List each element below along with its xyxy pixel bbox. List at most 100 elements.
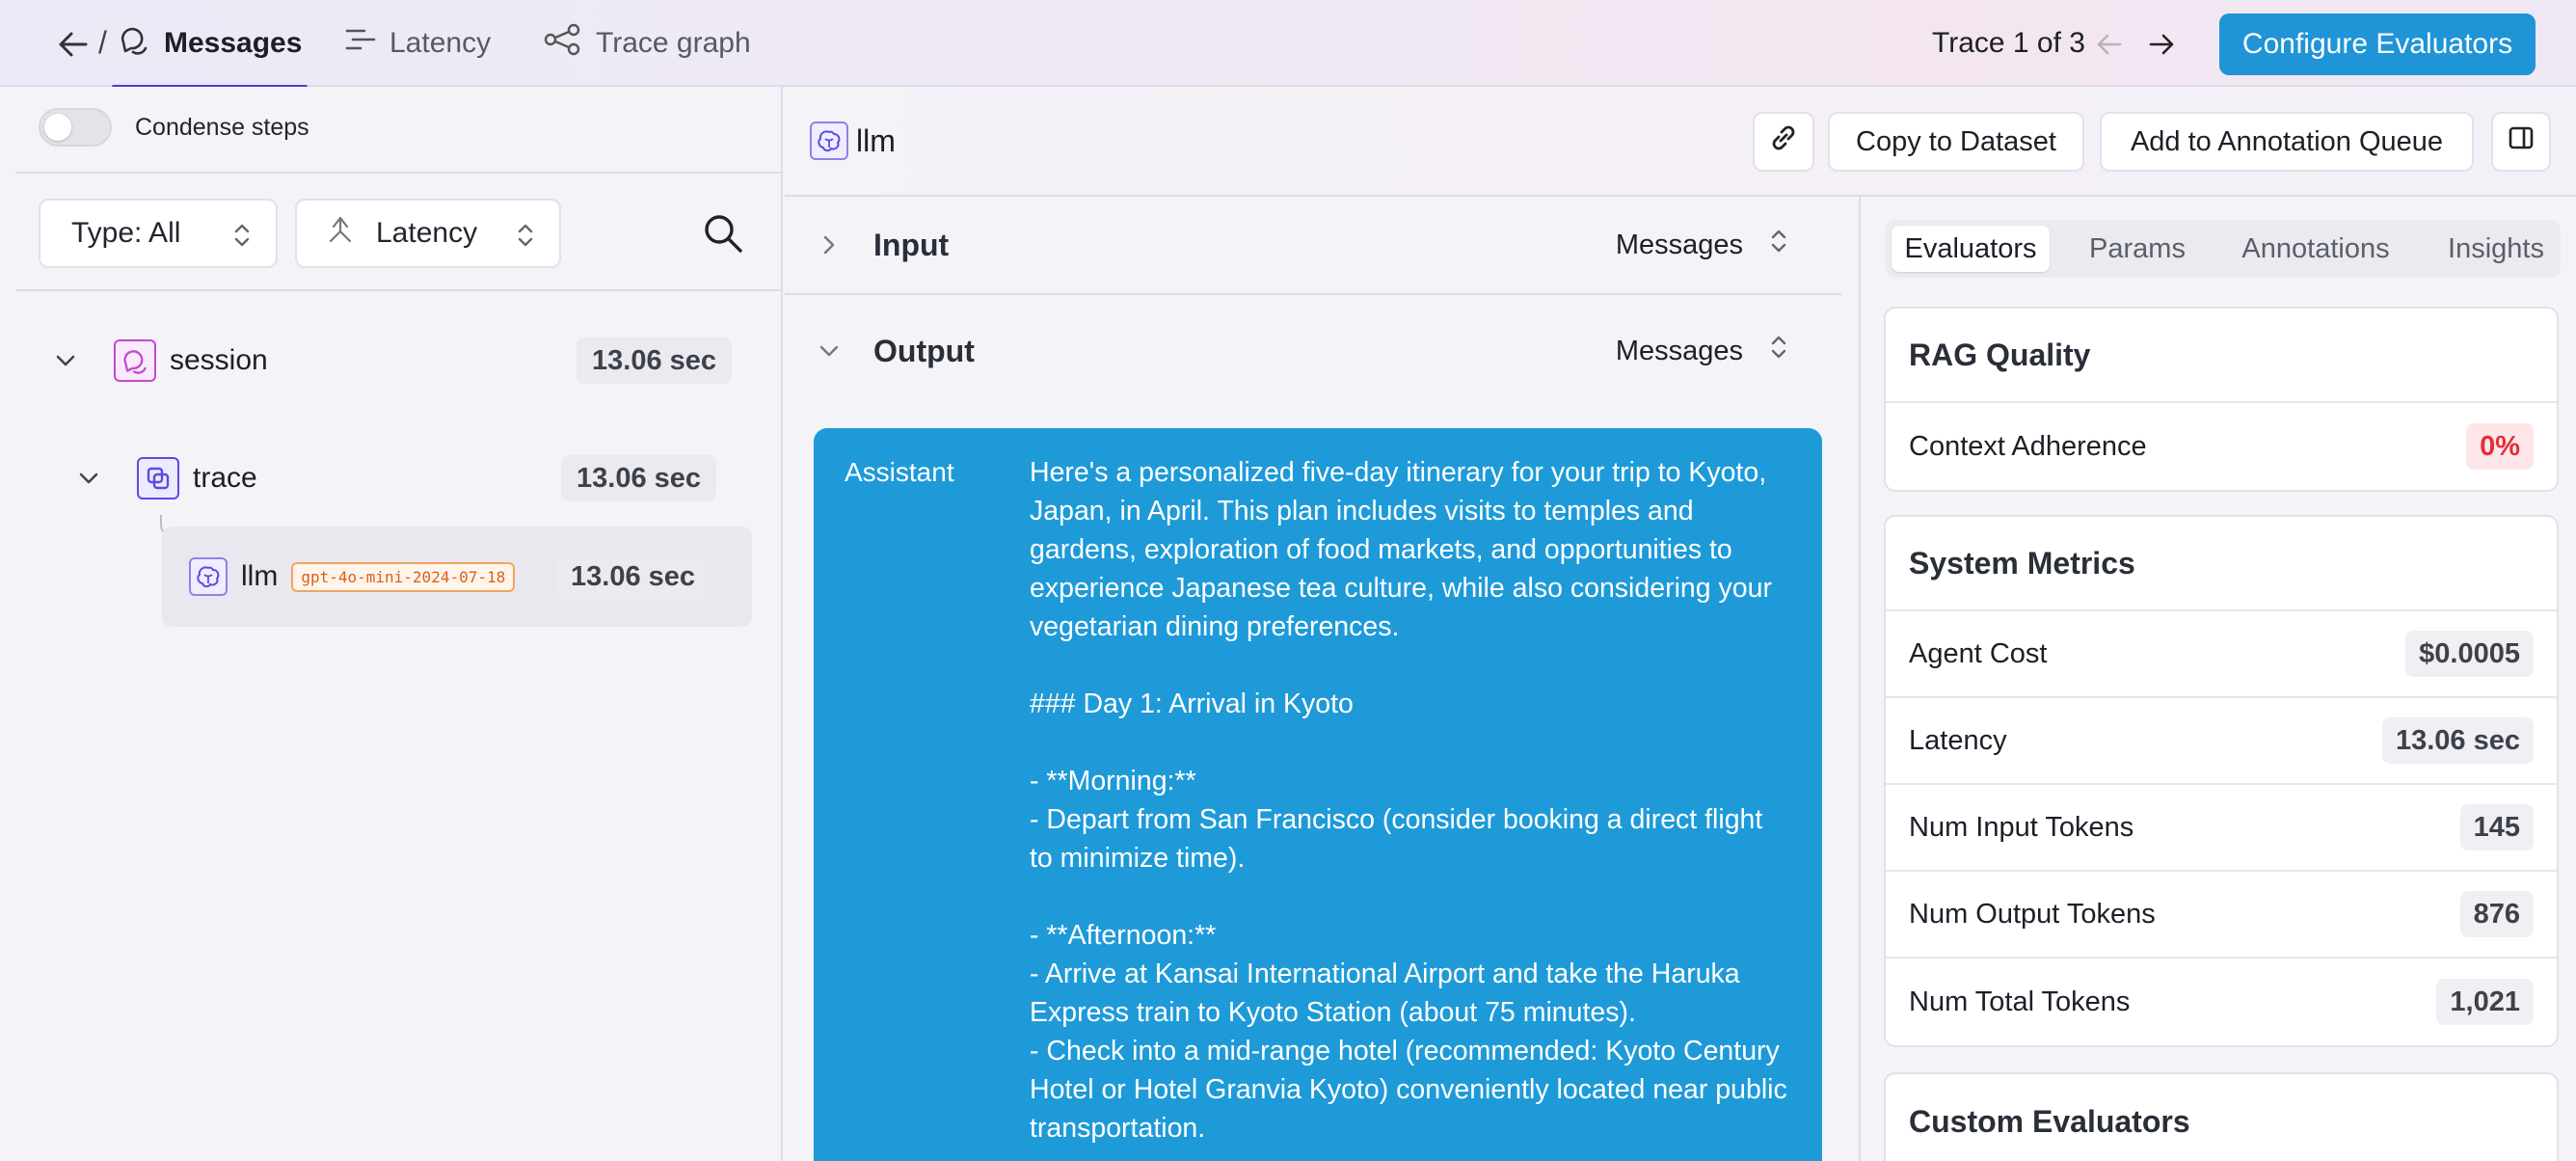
divider	[785, 293, 1841, 295]
metric-row: Num Total Tokens 1,021	[1886, 958, 2557, 1045]
tree-node-llm[interactable]: llm gpt-4o-mini-2024-07-18	[189, 557, 516, 596]
updown-caret-icon	[233, 222, 251, 256]
waterfall-lines-icon	[345, 26, 376, 61]
input-view-select[interactable]: Messages	[1616, 228, 1787, 262]
prev-trace-arrow-icon[interactable]	[2090, 25, 2129, 64]
tab-params[interactable]: Params	[2075, 226, 2200, 272]
metric-value: 1,021	[2436, 979, 2534, 1025]
llm-brain-icon	[810, 122, 848, 160]
updown-caret-icon	[1770, 334, 1787, 368]
metric-label: Agent Cost	[1909, 637, 2048, 669]
metric-label: Latency	[1909, 724, 2007, 756]
input-view-value: Messages	[1615, 229, 1743, 260]
tree-node-session[interactable]: session	[50, 339, 268, 382]
output-view-value: Messages	[1615, 335, 1743, 366]
metric-label: Num Input Tokens	[1909, 811, 2134, 843]
tab-messages[interactable]: Messages	[111, 0, 309, 89]
span-detail-header: llm Copy to Dataset Add to Annotation Qu…	[785, 87, 2576, 197]
system-metrics-card: System Metrics Agent Cost $0.0005 Latenc…	[1884, 515, 2559, 1047]
metric-value: 13.06 sec	[2381, 717, 2534, 764]
condense-steps-row: Condense steps	[39, 108, 309, 147]
tree-node-trace[interactable]: trace	[73, 457, 257, 500]
output-section-header[interactable]: Output Messages	[785, 303, 1841, 399]
add-to-annotation-queue-button[interactable]: Add to Annotation Queue	[2100, 112, 2474, 172]
metric-value: $0.0005	[2405, 631, 2534, 677]
metric-label: Num Total Tokens	[1909, 986, 2131, 1017]
sort-icon	[326, 215, 355, 252]
card-title: Custom Evaluators	[1909, 1103, 2190, 1139]
tree-node-label: session	[170, 344, 268, 376]
span-detail-body: Input Messages Output Messages Assistant…	[785, 197, 1861, 1161]
evaluators-panel: Evaluators Params Annotations Insights R…	[1863, 197, 2576, 1161]
copy-link-button[interactable]	[1753, 112, 1814, 172]
metric-label: Num Output Tokens	[1909, 898, 2156, 930]
updown-caret-icon	[517, 222, 534, 256]
trace-icon	[137, 457, 179, 500]
duration-badge: 13.06 sec	[577, 338, 733, 384]
tab-latency[interactable]: Latency	[345, 0, 491, 87]
chevron-down-icon[interactable]	[814, 336, 845, 366]
metric-row: Context Adherence 0%	[1886, 403, 2557, 490]
chevron-down-icon[interactable]	[73, 463, 104, 494]
rag-quality-card: RAG Quality Context Adherence 0%	[1884, 307, 2559, 492]
right-panel-tabs: Evaluators Params Annotations Insights	[1886, 220, 2561, 278]
divider	[15, 172, 783, 174]
search-icon[interactable]	[696, 206, 750, 260]
input-section-header[interactable]: Input Messages	[785, 197, 1841, 293]
assistant-message: Assistant Here's a personalized five-day…	[814, 428, 1822, 1161]
chevron-down-icon[interactable]	[50, 345, 81, 376]
sort-filter-select[interactable]: Latency	[295, 199, 561, 268]
tab-latency-label: Latency	[389, 27, 492, 59]
metric-row: Num Input Tokens 145	[1886, 785, 2557, 872]
custom-evaluators-card: Custom Evaluators	[1884, 1072, 2559, 1161]
metric-value: 145	[2459, 804, 2534, 850]
app-window: / Messages Latency Trace graph Trace 1 o…	[0, 0, 2576, 1161]
tree-node-label: llm	[241, 560, 279, 592]
llm-brain-icon	[189, 557, 228, 596]
back-arrow-icon[interactable]	[54, 27, 93, 62]
message-content: Here's a personalized five-day itinerary…	[1030, 457, 1787, 1144]
top-bar: / Messages Latency Trace graph Trace 1 o…	[0, 0, 2576, 89]
metric-row: Agent Cost $0.0005	[1886, 611, 2557, 698]
duration-badge: 13.06 sec	[555, 554, 711, 600]
condense-steps-label: Condense steps	[135, 113, 309, 141]
metric-row: Latency 13.06 sec	[1886, 698, 2557, 785]
breadcrumb-separator: /	[98, 25, 107, 60]
condense-steps-toggle[interactable]	[39, 108, 112, 147]
updown-caret-icon	[1770, 228, 1787, 262]
trace-counter: Trace 1 of 3	[1932, 27, 2085, 59]
tab-trace-graph-label: Trace graph	[596, 27, 751, 59]
graph-nodes-icon	[544, 23, 582, 64]
tab-messages-label: Messages	[164, 27, 303, 59]
metric-row: Num Output Tokens 876	[1886, 872, 2557, 958]
tab-trace-graph[interactable]: Trace graph	[544, 0, 751, 87]
toggle-side-panel-button[interactable]	[2491, 112, 2551, 172]
tree-node-label: trace	[193, 462, 257, 494]
input-section-title: Input	[873, 227, 950, 262]
chevron-right-icon[interactable]	[814, 230, 845, 260]
copy-to-dataset-button[interactable]: Copy to Dataset	[1828, 112, 2084, 172]
session-icon	[114, 339, 156, 382]
tab-evaluators[interactable]: Evaluators	[1892, 226, 2050, 272]
metric-value: 876	[2459, 891, 2534, 937]
model-badge: gpt-4o-mini-2024-07-18	[291, 561, 516, 592]
duration-badge: 13.06 sec	[561, 455, 717, 501]
card-title: RAG Quality	[1886, 309, 2557, 403]
tab-insights[interactable]: Insights	[2433, 226, 2559, 272]
metric-value: 0%	[2466, 423, 2534, 470]
type-filter-select[interactable]: Type: All	[39, 199, 278, 268]
chat-bubbles-icon	[118, 23, 150, 64]
next-trace-arrow-icon[interactable]	[2142, 25, 2181, 64]
output-view-select[interactable]: Messages	[1616, 334, 1787, 368]
message-role: Assistant	[845, 457, 954, 487]
trace-tree-panel: Condense steps Type: All Latency session…	[15, 87, 783, 1161]
configure-evaluators-button[interactable]: Configure Evaluators	[2219, 14, 2536, 75]
link-icon	[1767, 122, 1800, 162]
sort-filter-value: Latency	[376, 217, 478, 249]
card-title: System Metrics	[1886, 517, 2557, 611]
tab-annotations[interactable]: Annotations	[2219, 226, 2412, 272]
type-filter-value: Type: All	[71, 217, 181, 249]
span-title: llm	[856, 123, 896, 158]
side-panel-icon	[2508, 125, 2535, 158]
metric-label: Context Adherence	[1909, 430, 2147, 462]
